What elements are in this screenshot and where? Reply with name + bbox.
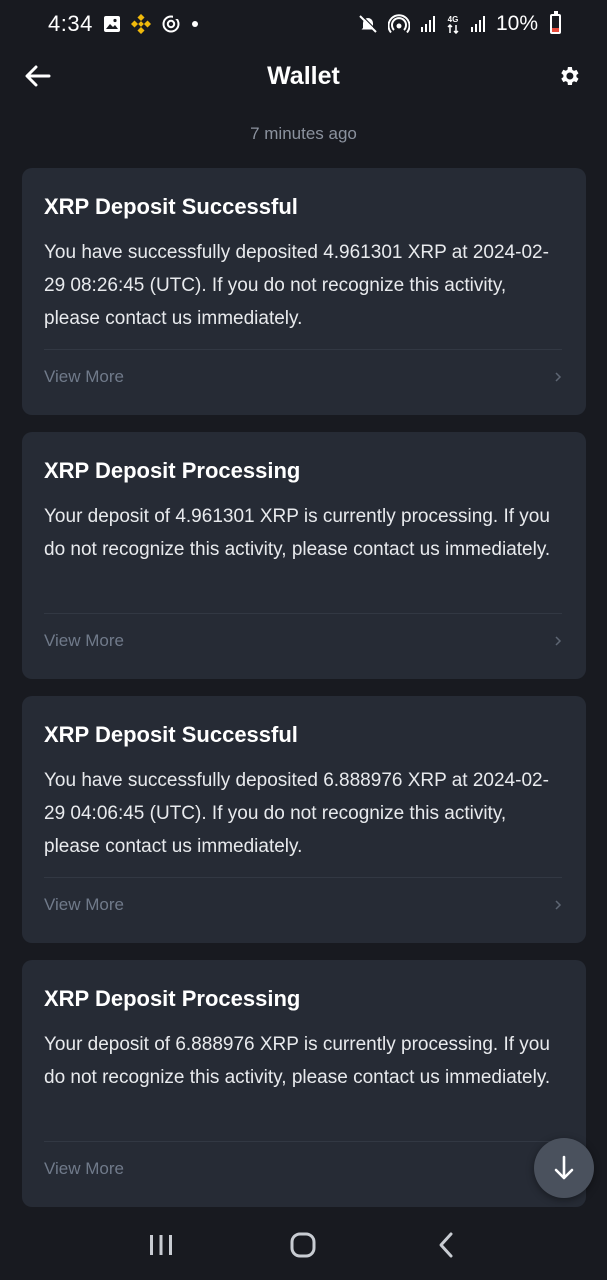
system-nav-bar <box>0 1210 607 1280</box>
mute-icon <box>358 14 378 34</box>
battery-icon <box>550 11 561 34</box>
card-divider <box>44 1141 562 1142</box>
view-more-row[interactable]: View More <box>44 1156 562 1182</box>
status-bar: 4:34 4G 10% <box>0 0 607 48</box>
binance-icon <box>130 14 151 34</box>
4g-icon: 4G <box>446 14 460 34</box>
home-button[interactable] <box>273 1220 333 1270</box>
back-button[interactable] <box>22 60 54 92</box>
status-right: 4G 10% <box>358 11 561 36</box>
hotspot-icon <box>387 14 410 34</box>
chevron-right-icon <box>554 899 562 911</box>
settings-button[interactable] <box>553 60 585 92</box>
app-header: Wallet <box>0 48 607 104</box>
battery-text: 10% <box>495 12 538 35</box>
dot-icon <box>191 20 199 28</box>
card-body: You have successfully deposited 6.888976… <box>44 770 549 857</box>
view-more-row[interactable]: View More <box>44 628 562 654</box>
notification-timestamp: 7 minutes ago <box>250 124 357 143</box>
card-body: Your deposit of 4.961301 XRP is currentl… <box>44 506 551 560</box>
card-title: XRP Deposit Successful <box>44 722 298 747</box>
card-title: XRP Deposit Processing <box>44 458 301 483</box>
scroll-down-button[interactable] <box>534 1138 594 1198</box>
svg-text:4G: 4G <box>448 15 459 24</box>
view-more-row[interactable]: View More <box>44 892 562 918</box>
arrow-left-icon <box>25 65 51 87</box>
card-divider <box>44 877 562 878</box>
card-body: You have successfully deposited 4.961301… <box>44 242 549 329</box>
view-more-link[interactable]: View More <box>44 631 124 651</box>
status-time: 4:34 <box>48 11 93 36</box>
notification-card[interactable]: XRP Deposit Successful You have successf… <box>22 168 586 415</box>
notification-card[interactable]: XRP Deposit Processing Your deposit of 4… <box>22 432 586 679</box>
home-icon <box>290 1232 316 1258</box>
chevron-right-icon <box>554 371 562 383</box>
gallery-icon <box>103 15 121 33</box>
signal-icon <box>470 15 486 33</box>
view-more-link[interactable]: View More <box>44 895 124 915</box>
card-body: Your deposit of 6.888976 XRP is currentl… <box>44 1034 551 1088</box>
recent-apps-icon <box>150 1235 173 1255</box>
signal-icon <box>420 15 436 33</box>
notification-list: XRP Deposit Successful You have successf… <box>22 168 586 1224</box>
gear-icon <box>561 67 579 85</box>
view-more-link[interactable]: View More <box>44 367 124 387</box>
recent-apps-button[interactable] <box>131 1220 191 1270</box>
view-more-row[interactable]: View More <box>44 364 562 390</box>
page-title: Wallet <box>267 61 340 90</box>
arrow-down-icon <box>554 1155 574 1180</box>
view-more-link[interactable]: View More <box>44 1159 124 1179</box>
status-left: 4:34 <box>48 11 199 37</box>
back-chevron-icon <box>439 1232 453 1258</box>
card-divider <box>44 349 562 350</box>
card-divider <box>44 613 562 614</box>
sync-icon <box>161 14 181 34</box>
chevron-right-icon <box>554 635 562 647</box>
notification-card[interactable]: XRP Deposit Processing Your deposit of 6… <box>22 960 586 1207</box>
notification-card[interactable]: XRP Deposit Successful You have successf… <box>22 696 586 943</box>
card-title: XRP Deposit Successful <box>44 194 298 219</box>
card-title: XRP Deposit Processing <box>44 986 301 1011</box>
back-nav-button[interactable] <box>416 1220 476 1270</box>
